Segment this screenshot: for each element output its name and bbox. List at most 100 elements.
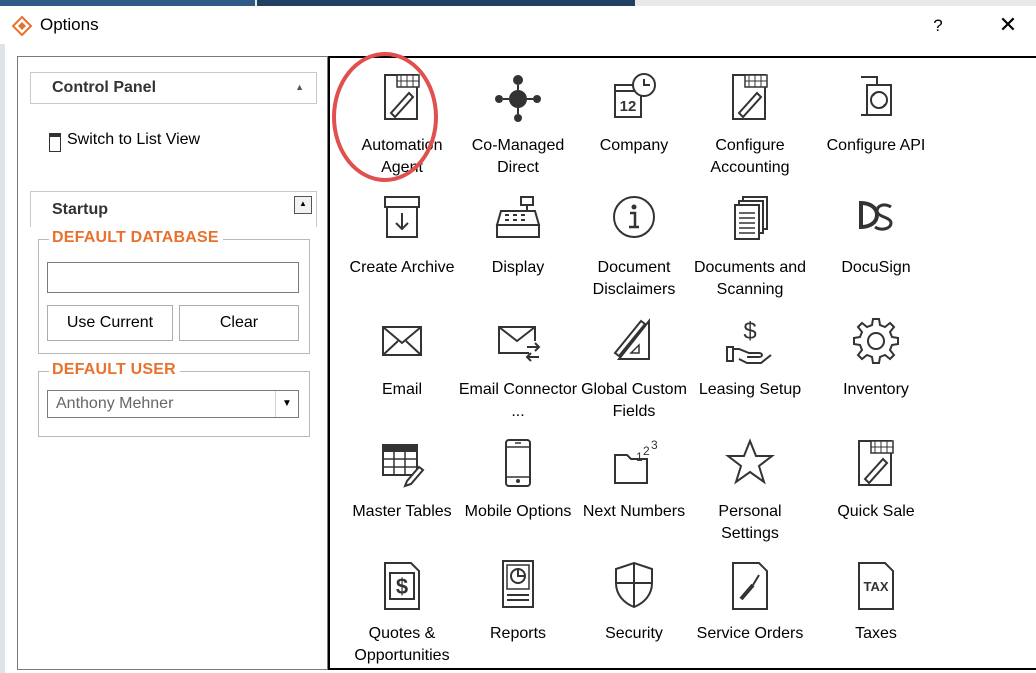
tile-label: Taxes (855, 625, 897, 642)
archive-box-icon (377, 193, 427, 245)
tile-taxes[interactable]: TAX Taxes (814, 552, 938, 672)
control-panel-title: Control Panel (52, 79, 157, 96)
default-database-legend: DEFAULT DATABASE (49, 229, 223, 247)
switch-view-label: Switch to List View (67, 131, 201, 148)
tile-company[interactable]: 12 Company (572, 64, 696, 184)
default-database-input[interactable] (47, 262, 299, 293)
tile-inventory[interactable]: Inventory (814, 308, 938, 428)
tile-label: Service Orders (696, 625, 804, 642)
co-managed-direct-icon (493, 71, 543, 123)
tile-label: Security (605, 625, 663, 642)
tax-document-icon: TAX (851, 559, 901, 611)
tile-master-tables[interactable]: Master Tables (340, 430, 464, 550)
svg-text:2: 2 (643, 444, 650, 458)
tile-docusign[interactable]: DocuSign (814, 186, 938, 306)
tile-service-orders[interactable]: Service Orders (688, 552, 812, 672)
use-current-button[interactable]: Use Current (47, 305, 173, 341)
email-connector-icon (493, 315, 543, 367)
tile-quotes-opportunities[interactable]: $ Quotes & Opportunities (340, 552, 464, 672)
tile-label: Configure API (826, 137, 926, 154)
dropdown-arrow-icon[interactable]: ▼ (275, 391, 298, 417)
app-diamond-icon (12, 16, 32, 36)
docusign-icon (851, 193, 901, 245)
quick-sale-icon (851, 437, 901, 489)
control-panel-header[interactable]: Control Panel ▲ (30, 72, 317, 104)
left-panel: Control Panel ▲ Switch to List View Star… (17, 56, 328, 670)
tile-label: Global Custom Fields (581, 381, 687, 420)
company-calendar-icon: 12 (609, 71, 659, 123)
tile-label: Personal Settings (718, 503, 782, 542)
collapse-up-icon[interactable]: ▲ (295, 82, 304, 92)
tile-label: Master Tables (352, 503, 452, 520)
tile-documents-and-scanning[interactable]: Documents and Scanning (688, 186, 812, 306)
tile-label: Create Archive (349, 259, 455, 276)
tile-email-connector[interactable]: Email Connector ... (456, 308, 580, 428)
shield-icon (609, 559, 659, 611)
tile-next-numbers[interactable]: 231 Next Numbers (572, 430, 696, 550)
tile-label: Next Numbers (582, 503, 686, 520)
star-icon (725, 437, 775, 489)
tile-label: Leasing Setup (698, 381, 802, 398)
ruler-triangle-icon (609, 315, 659, 367)
tile-security[interactable]: Security (572, 552, 696, 672)
svg-text:1: 1 (636, 450, 643, 464)
info-icon (609, 193, 659, 245)
tile-label: Reports (489, 625, 547, 642)
table-grid-icon (377, 437, 427, 489)
window-title: Options (40, 15, 99, 34)
default-user-select[interactable]: Anthony Mehner ▼ (47, 390, 299, 418)
svg-text:3: 3 (651, 438, 658, 452)
tile-personal-settings[interactable]: Personal Settings (688, 430, 812, 550)
svg-text:12: 12 (620, 98, 637, 115)
tile-configure-api[interactable]: Configure API (814, 64, 938, 184)
startup-collapse-button[interactable]: ▲ (294, 196, 312, 214)
tile-quick-sale[interactable]: Quick Sale (814, 430, 938, 550)
folder-numbers-icon: 231 (609, 437, 659, 489)
tile-configure-accounting[interactable]: Configure Accounting (688, 64, 812, 184)
tile-email[interactable]: Email (340, 308, 464, 428)
tile-label: Inventory (843, 381, 909, 398)
tile-co-managed-direct[interactable]: Co-Managed Direct (456, 64, 580, 184)
envelope-icon (377, 315, 427, 367)
tile-label: Document Disclaimers (592, 259, 676, 298)
report-chart-icon (493, 559, 543, 611)
close-button[interactable]: ✕ (988, 10, 1028, 40)
screwdriver-icon (725, 559, 775, 611)
default-user-legend: DEFAULT USER (49, 361, 180, 379)
tile-leasing-setup[interactable]: $ Leasing Setup (688, 308, 812, 428)
automation-agent-icon (377, 71, 427, 123)
title-bar: Options ? ✕ (0, 6, 1036, 44)
tile-label: DocuSign (841, 259, 911, 276)
tile-label: Quick Sale (837, 503, 915, 520)
default-user-value: Anthony Mehner (56, 395, 174, 412)
tile-document-disclaimers[interactable]: Document Disclaimers (572, 186, 696, 306)
tile-label: Company (599, 137, 669, 154)
tile-label: Documents and Scanning (693, 259, 807, 298)
tile-automation-agent[interactable]: Automation Agent (340, 64, 464, 184)
cash-register-icon (493, 193, 543, 245)
gear-icon (851, 315, 901, 367)
options-icon-grid: Automation Agent Co-Managed Direct 12 Co… (328, 56, 1036, 670)
tile-label: Email (381, 381, 422, 398)
configure-accounting-icon (725, 71, 775, 123)
tile-label: Quotes & Opportunities (354, 625, 450, 664)
tile-display[interactable]: Display (456, 186, 580, 306)
tile-global-custom-fields[interactable]: Global Custom Fields (572, 308, 696, 428)
tile-reports[interactable]: Reports (456, 552, 580, 672)
tile-label: Co-Managed Direct (471, 137, 565, 176)
clear-button[interactable]: Clear (179, 305, 299, 341)
tile-mobile-options[interactable]: Mobile Options (456, 430, 580, 550)
mobile-phone-icon (493, 437, 543, 489)
documents-stack-icon (725, 193, 775, 245)
list-view-icon (49, 133, 61, 152)
svg-text:$: $ (396, 574, 408, 599)
dollar-document-icon: $ (377, 559, 427, 611)
tile-label: Configure Accounting (710, 137, 790, 176)
tile-create-archive[interactable]: Create Archive (340, 186, 464, 306)
tile-label: Automation Agent (361, 137, 443, 176)
help-button[interactable]: ? (918, 12, 958, 40)
svg-text:TAX: TAX (863, 579, 888, 594)
dollar-hand-icon: $ (725, 315, 775, 367)
svg-text:$: $ (743, 318, 756, 345)
startup-section-header[interactable]: Startup ▲ (30, 191, 317, 227)
